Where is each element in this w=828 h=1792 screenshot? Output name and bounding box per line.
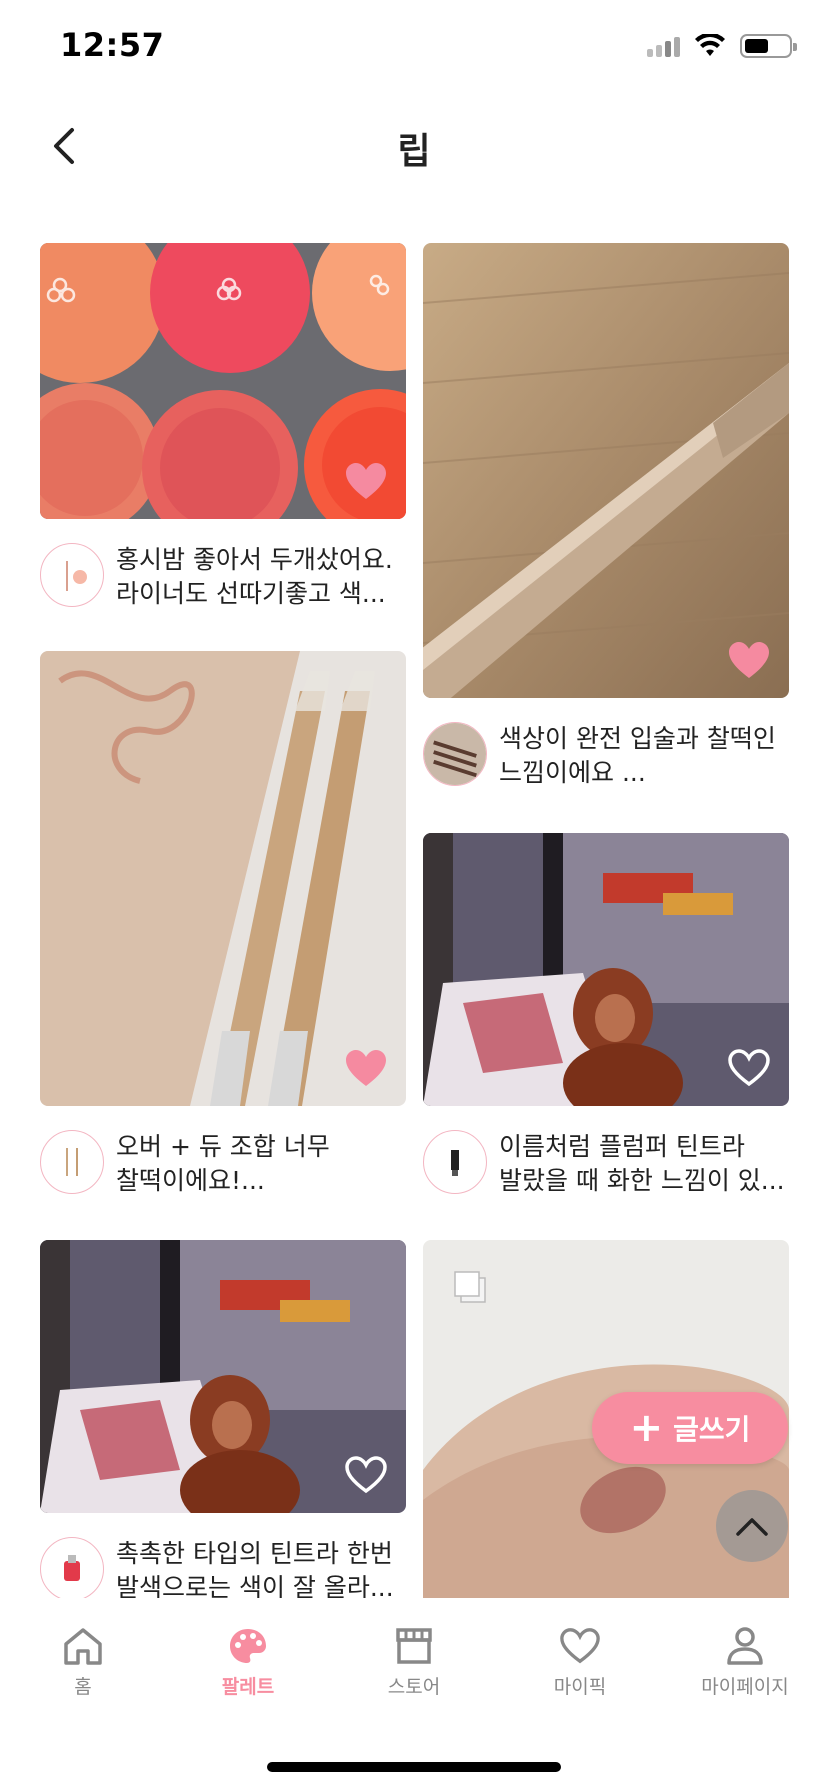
avatar bbox=[423, 1130, 487, 1194]
battery-icon bbox=[740, 34, 797, 58]
status-icons bbox=[647, 34, 797, 58]
caption-text: 색상이 완전 입술과 찰떡인 느낌이에요 ... bbox=[499, 724, 776, 787]
tab-store[interactable]: 스토어 bbox=[344, 1626, 484, 1699]
tab-mypage[interactable]: 마이페이지 bbox=[675, 1626, 815, 1699]
post-caption[interactable]: 색상이 완전 입술과 찰떡인 느낌이에요 ... bbox=[423, 722, 789, 790]
avatar bbox=[423, 722, 487, 786]
avatar bbox=[40, 1537, 104, 1598]
post-image[interactable] bbox=[423, 833, 789, 1106]
tab-label: 마이픽 bbox=[553, 1676, 607, 1698]
person-icon bbox=[727, 1627, 763, 1665]
caption-text: 이름처럼 플럼퍼 틴트라 발랐을 때 화한 느낌이 있... bbox=[499, 1132, 785, 1195]
store-icon bbox=[396, 1628, 432, 1664]
lip-pencils-swatch-photo bbox=[40, 651, 406, 1106]
tab-home[interactable]: 홈 bbox=[13, 1626, 153, 1699]
tab-label: 스토어 bbox=[387, 1676, 441, 1698]
write-button-label: 글쓰기 bbox=[673, 1413, 751, 1446]
like-heart-outline-icon[interactable] bbox=[727, 1048, 771, 1088]
post-card[interactable]: 오버 + 듀 조합 너무 찰떡이에요!... bbox=[40, 651, 406, 1198]
home-indicator bbox=[267, 1762, 561, 1772]
post-card[interactable]: 색상이 완전 입술과 찰떡인 느낌이에요 ... bbox=[423, 243, 789, 790]
post-card[interactable]: 촉촉한 타입의 틴트라 한번 발색으로는 색이 잘 올라... bbox=[40, 1240, 406, 1598]
caption-text: 촉촉한 타입의 틴트라 한번 발색으로는 색이 잘 올라... bbox=[116, 1539, 394, 1598]
tab-label: 홈 bbox=[74, 1676, 92, 1698]
plus-icon: + bbox=[629, 1405, 664, 1451]
like-heart-icon[interactable] bbox=[344, 1048, 388, 1088]
post-card[interactable]: 홍시밤 좋아서 두개샀어요. 라이너도 선따기좋고 색... bbox=[40, 243, 406, 611]
post-caption[interactable]: 촉촉한 타입의 틴트라 한번 발색으로는 색이 잘 올라... bbox=[40, 1537, 406, 1598]
avatar bbox=[40, 1130, 104, 1194]
like-heart-icon[interactable] bbox=[727, 640, 771, 680]
post-card[interactable]: 이름처럼 플럼퍼 틴트라 발랐을 때 화한 느낌이 있... bbox=[423, 833, 789, 1198]
post-image[interactable] bbox=[423, 243, 789, 698]
tab-palette[interactable]: 팔레트 bbox=[178, 1626, 318, 1699]
home-icon bbox=[64, 1628, 102, 1665]
status-time: 12:57 bbox=[60, 26, 165, 64]
tab-label: 마이페이지 bbox=[701, 1676, 789, 1698]
post-image[interactable] bbox=[40, 651, 406, 1106]
page-title: 립 bbox=[397, 131, 431, 172]
palette-icon bbox=[230, 1629, 266, 1663]
post-image[interactable] bbox=[40, 1240, 406, 1513]
heart-icon bbox=[560, 1628, 600, 1664]
avatar bbox=[40, 543, 104, 607]
post-caption[interactable]: 이름처럼 플럼퍼 틴트라 발랐을 때 화한 느낌이 있... bbox=[423, 1130, 789, 1198]
cellular-signal-icon bbox=[647, 35, 680, 57]
like-heart-outline-icon[interactable] bbox=[344, 1455, 388, 1495]
header: 립 bbox=[0, 100, 828, 190]
caption-text: 오버 + 듀 조합 너무 찰떡이에요!... bbox=[116, 1132, 330, 1195]
lip-pencil-photo bbox=[423, 243, 789, 698]
wifi-icon bbox=[695, 34, 725, 56]
multiple-images-icon bbox=[454, 1271, 486, 1303]
status-bar: 12:57 bbox=[0, 0, 828, 100]
like-heart-icon[interactable] bbox=[344, 461, 388, 501]
chevron-up-icon bbox=[736, 1518, 768, 1536]
post-caption[interactable]: 오버 + 듀 조합 너무 찰떡이에요!... bbox=[40, 1130, 406, 1198]
scroll-to-top-button[interactable] bbox=[716, 1490, 788, 1562]
post-caption[interactable]: 홍시밤 좋아서 두개샀어요. 라이너도 선따기좋고 색... bbox=[40, 543, 406, 611]
tab-label: 팔레트 bbox=[221, 1676, 275, 1698]
post-image[interactable] bbox=[40, 243, 406, 519]
tab-mypick[interactable]: 마이픽 bbox=[510, 1626, 650, 1699]
caption-text: 홍시밤 좋아서 두개샀어요. 라이너도 선따기좋고 색... bbox=[116, 545, 393, 608]
write-post-button[interactable]: + 글쓰기 bbox=[592, 1392, 788, 1464]
